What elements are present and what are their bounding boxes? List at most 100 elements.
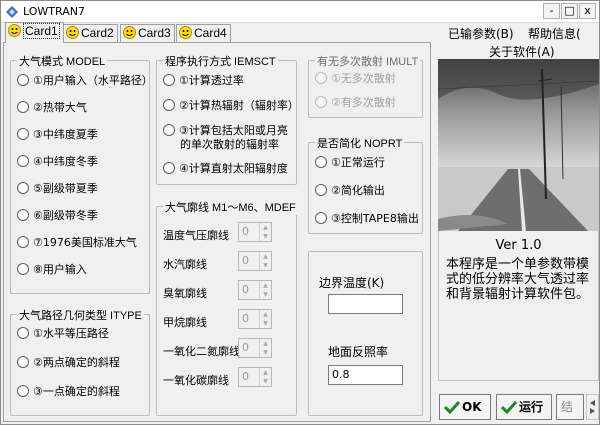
tab-help[interactable]: 帮助信息( [528,25,581,42]
spin-down-icon[interactable]: ▼ [260,232,271,241]
simplify-option-2[interactable]: ②简化输出 [315,184,385,198]
radio-circle[interactable] [163,74,175,86]
radio-circle [315,72,327,84]
radio-circle[interactable] [163,162,175,174]
path-type-option-3[interactable]: ③一点确定的斜程 [17,385,120,399]
radio-circle[interactable] [17,263,29,275]
radio-circle[interactable] [17,327,29,339]
profile-label: 一氧化二氮廓线 [163,345,240,358]
path-type-group: 大气路径几何类型 ITYPE ①水平等压路径 ②两点确定的斜程 ③一点确定的斜程 [10,307,150,416]
tab-card3-label: Card3 [138,26,171,40]
exec-mode-option-4[interactable]: ④计算直射太阳辐射度 [163,162,288,176]
profile-label: 甲烷廓线 [163,316,207,329]
ozone-spinner[interactable]: 0 ▲ ▼ [238,280,272,300]
ok-button[interactable]: OK [439,394,491,420]
atm-model-title: 大气模式 MODEL [17,53,108,69]
radio-circle[interactable] [17,74,29,86]
simplify-title: 是否简化 NOPRT [315,135,405,151]
atm-model-option-5[interactable]: ⑤副级带夏季 [17,182,98,196]
radio-circle[interactable] [17,182,29,194]
exec-mode-option-2[interactable]: ②计算热辐射（辐射率） [163,99,299,113]
simplify-group: 是否简化 NOPRT ①正常运行 ②简化输出 ③控制TAPE8输出 [308,135,423,234]
maximize-button[interactable]: □ [561,3,578,19]
tab-card1[interactable]: Card1 [5,22,64,43]
atm-model-option-4[interactable]: ④中纬度冬季 [17,155,98,169]
radio-circle[interactable] [17,236,29,248]
methane-spinner[interactable]: 0 ▲ ▼ [238,309,272,329]
exec-mode-option-1[interactable]: ①计算透过率 [163,74,244,88]
version-label: Ver 1.0 [495,238,542,253]
title-bar: LOWTRAN7 - □ x [1,1,599,23]
albedo-label: 地面反照率 [328,345,389,359]
partial-button[interactable]: 结 [556,394,584,420]
multiscatter-option-1: ①无多次散射 [315,72,396,86]
scroll-arrows-icon[interactable] [586,394,599,420]
tab-card4[interactable]: Card4 [176,24,231,42]
road-photo [438,59,599,231]
multiscatter-title: 有无多次散射 IMULT [315,53,421,69]
app-logo-icon [6,6,18,18]
spin-down-icon[interactable]: ▼ [260,319,271,328]
profile-label: 臭氧廓线 [163,287,207,300]
spin-down-icon[interactable]: ▼ [260,348,271,357]
tab-card1-label: Card1 [23,23,60,39]
window-title: LOWTRAN7 [23,5,85,18]
atm-model-group: 大气模式 MODEL ①用户输入（水平路径） ②热带大气 ③中纬度夏季 ④中纬度… [10,53,153,294]
atm-model-option-2[interactable]: ②热带大气 [17,101,87,115]
path-type-option-2[interactable]: ②两点确定的斜程 [17,356,120,370]
close-button[interactable]: x [579,3,596,19]
app-window: LOWTRAN7 - □ x Card1 Card2 Card3 Card4 大… [0,0,600,425]
radio-circle[interactable] [17,356,29,368]
spin-up-icon[interactable]: ▲ [260,252,271,261]
atm-model-option-1[interactable]: ①用户输入（水平路径） [17,74,153,88]
radio-circle[interactable] [315,212,327,224]
simplify-option-3[interactable]: ③控制TAPE8输出 [315,212,419,226]
spin-up-icon[interactable]: ▲ [260,223,271,232]
radio-circle[interactable] [17,101,29,113]
smiley-icon [8,24,21,37]
spin-up-icon[interactable]: ▲ [260,310,271,319]
exec-mode-title: 程序执行方式 IEMSCT [163,53,278,69]
tab-about[interactable]: 关于软件(A) [489,43,555,60]
tab-loaded-params[interactable]: 已输参数(B) [448,25,514,42]
radio-circle[interactable] [17,128,29,140]
carbon-monoxide-spinner[interactable]: 0 ▲ ▼ [238,367,272,387]
spin-up-icon[interactable]: ▲ [260,281,271,290]
temp-pressure-spinner[interactable]: 0 ▲ ▼ [238,222,272,242]
card1-panel: 大气模式 MODEL ①用户输入（水平路径） ②热带大气 ③中纬度夏季 ④中纬度… [3,42,431,422]
atm-model-option-6[interactable]: ⑥副级带冬季 [17,209,98,223]
spin-down-icon[interactable]: ▼ [260,377,271,386]
minimize-button[interactable]: - [543,3,560,19]
atm-model-option-8[interactable]: ⑧用户输入 [17,263,87,277]
spin-down-icon[interactable]: ▼ [260,290,271,299]
boundary-temp-input[interactable] [328,294,403,314]
spin-down-icon[interactable]: ▼ [260,261,271,270]
profiles-title: 大气廓线 M1～M6、MDEF [163,199,298,215]
exec-mode-option-3[interactable]: ③计算包括太阳或月亮 的单次散射的辐射率 [163,124,288,152]
about-description: 本程序是一个单参数带模式的低分辨率大气透过率和背景辐射计算软件包。 [446,257,590,302]
radio-circle[interactable] [17,385,29,397]
atm-model-option-7[interactable]: ⑦1976美国标准大气 [17,236,137,250]
tab-card2[interactable]: Card2 [63,24,118,42]
radio-circle[interactable] [163,124,175,136]
water-vapor-spinner[interactable]: 0 ▲ ▼ [238,251,272,271]
simplify-option-1[interactable]: ①正常运行 [315,156,385,170]
radio-circle [315,96,327,108]
albedo-input[interactable]: 0.8 [328,365,403,385]
tab-card3[interactable]: Card3 [120,24,175,42]
radio-circle[interactable] [315,156,327,168]
radio-circle[interactable] [17,209,29,221]
profile-label: 水汽廓线 [163,258,207,271]
spin-up-icon[interactable]: ▲ [260,368,271,377]
radio-circle[interactable] [163,99,175,111]
atm-model-option-3[interactable]: ③中纬度夏季 [17,128,98,142]
tab-card2-label: Card2 [81,26,114,40]
nitrous-oxide-spinner[interactable]: 0 ▲ ▼ [238,338,272,358]
path-type-option-1[interactable]: ①水平等压路径 [17,327,109,341]
multiscatter-option-2: ②有多次散射 [315,96,396,110]
spin-up-icon[interactable]: ▲ [260,339,271,348]
radio-circle[interactable] [17,155,29,167]
boundary-temp-label: 边界温度(K) [319,276,385,290]
run-button[interactable]: 运行 [496,394,552,420]
radio-circle[interactable] [315,184,327,196]
